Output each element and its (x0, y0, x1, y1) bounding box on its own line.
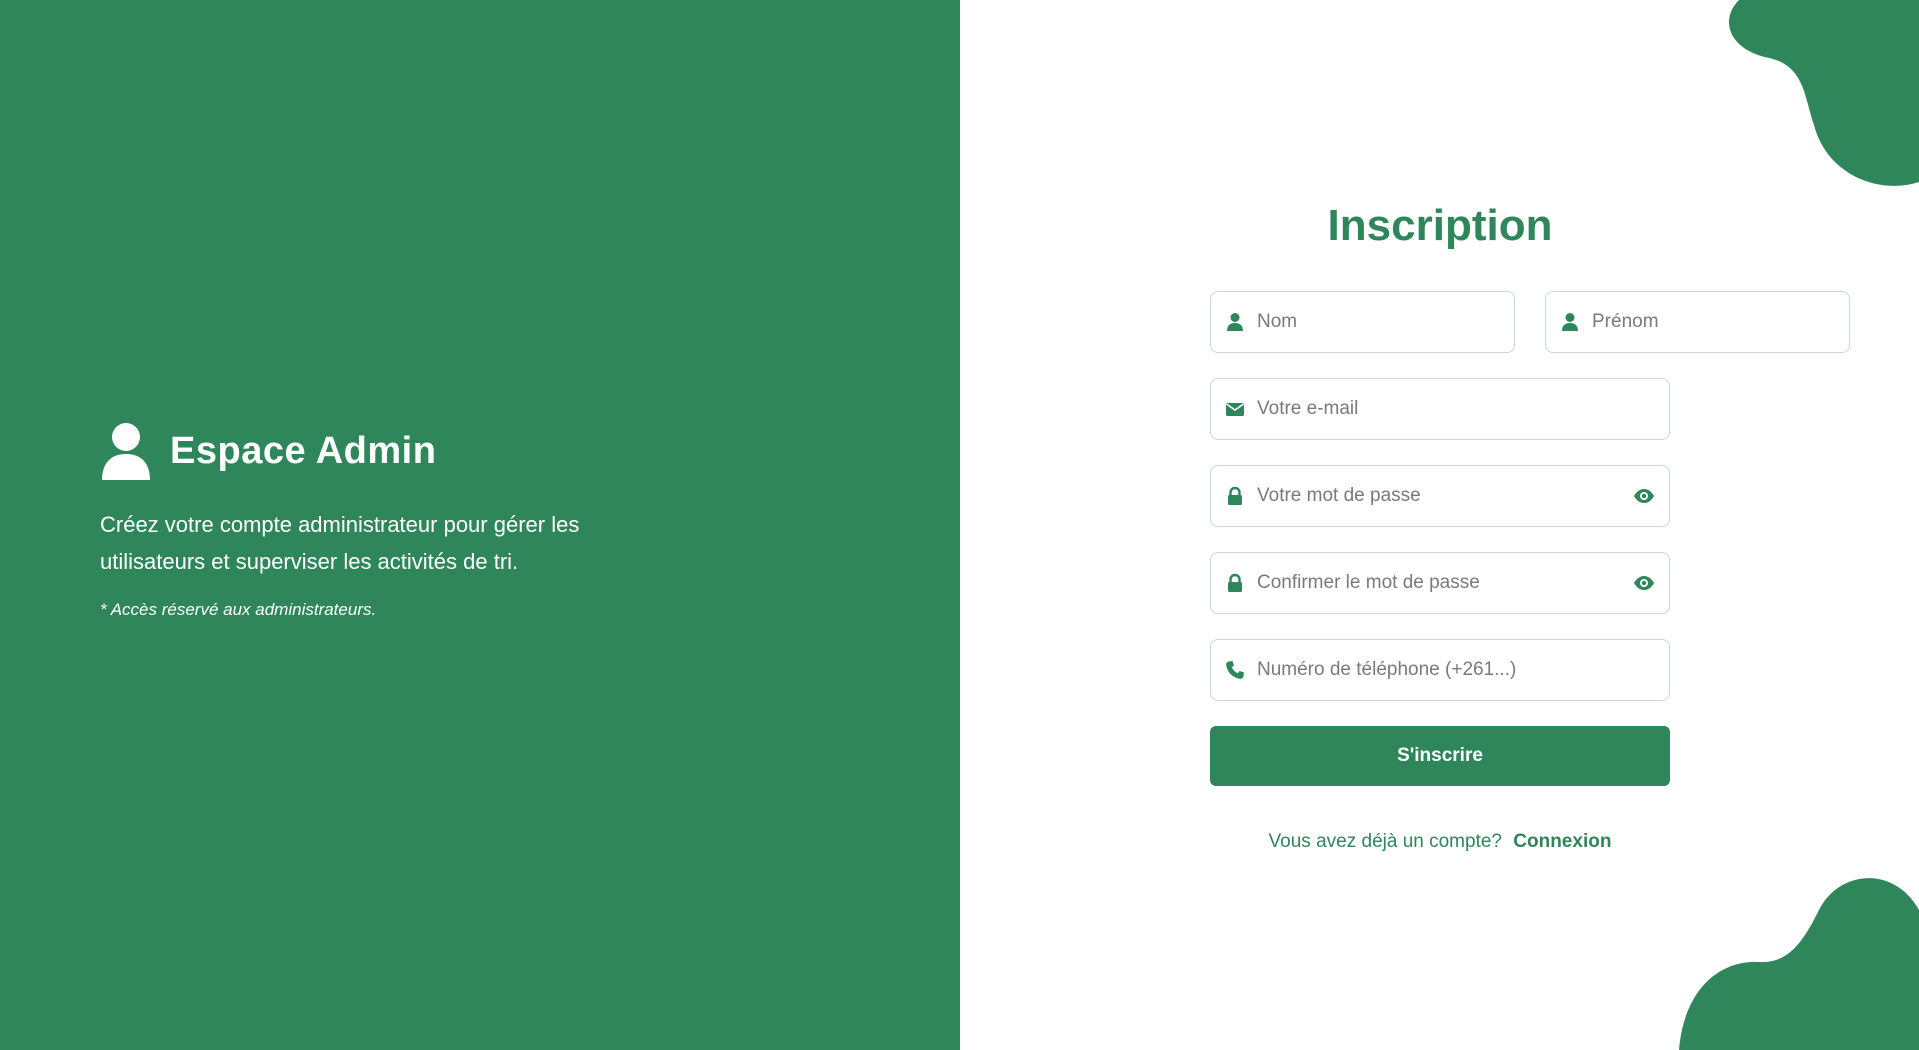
confirm-password-field (1210, 552, 1670, 614)
name-row (1210, 291, 1850, 353)
signup-page: Espace Admin Créez votre compte administ… (0, 0, 1919, 1050)
login-link[interactable]: Connexion (1513, 831, 1611, 852)
decorative-blob-top (1729, 0, 1919, 186)
lock-icon (1228, 486, 1242, 505)
prenom-field (1545, 291, 1850, 353)
user-icon (102, 423, 150, 480)
prenom-input[interactable] (1580, 292, 1849, 352)
nom-input[interactable] (1245, 292, 1514, 352)
admin-info-panel: Espace Admin Créez votre compte administ… (0, 0, 960, 1050)
user-icon (1562, 313, 1578, 331)
admin-access-note: * Accès réservé aux administrateurs. (100, 600, 377, 619)
confirm-password-input[interactable] (1245, 553, 1633, 613)
phone-icon (1226, 661, 1244, 679)
phone-field (1210, 639, 1670, 701)
password-input[interactable] (1245, 466, 1633, 526)
email-field (1210, 378, 1670, 440)
form-title: Inscription (1327, 201, 1553, 250)
brand-header: Espace Admin (100, 422, 660, 480)
envelope-icon (1226, 403, 1244, 416)
password-field (1210, 465, 1670, 527)
eye-icon[interactable] (1633, 485, 1655, 507)
decorative-blob-bottom (1679, 878, 1919, 1050)
email-input[interactable] (1245, 379, 1669, 439)
signup-form-panel: Inscription Nom Prénom Votre e-mail Numé… (960, 0, 1919, 1050)
login-prompt-text: Vous avez déjà un compte? (1268, 831, 1502, 852)
admin-info-content: Espace Admin Créez votre compte administ… (100, 422, 660, 620)
login-prompt-row: Vous avez déjà un compte? Connexion (1210, 831, 1670, 853)
signup-button[interactable]: S'inscrire (1210, 726, 1670, 786)
brand-title: Espace Admin (170, 429, 437, 472)
user-icon (1227, 313, 1243, 331)
signup-form: Inscription Nom Prénom Votre e-mail Numé… (1210, 195, 1850, 853)
phone-input[interactable] (1245, 640, 1669, 700)
lock-icon (1228, 573, 1242, 592)
eye-icon[interactable] (1633, 572, 1655, 594)
nom-field (1210, 291, 1515, 353)
admin-description: Créez votre compte administrateur pour g… (100, 512, 580, 574)
